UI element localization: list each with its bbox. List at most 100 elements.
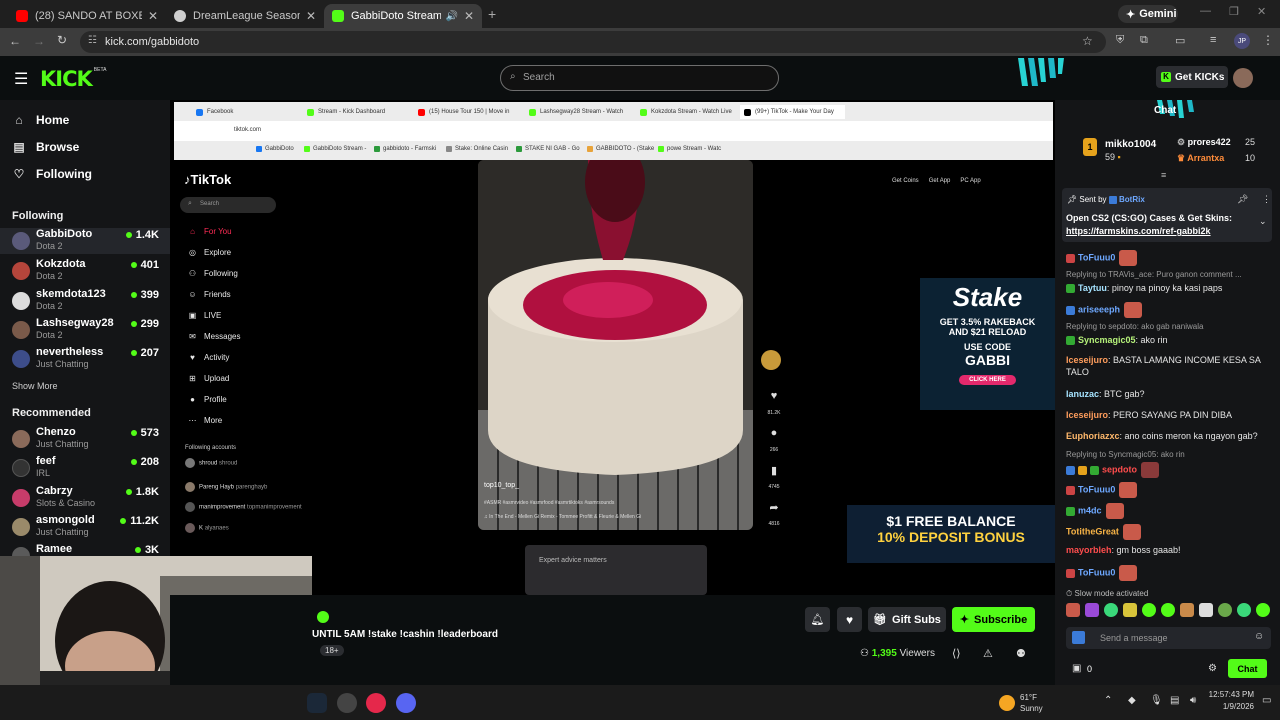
sidebar-channel-feef[interactable]: feef IRL 208 xyxy=(0,455,170,481)
avatar xyxy=(185,482,195,492)
emote-icon[interactable] xyxy=(1199,603,1213,617)
emote-icon[interactable] xyxy=(1161,603,1175,617)
reload-icon[interactable]: ↻ xyxy=(57,33,67,47)
wallet-icon[interactable]: ▣ xyxy=(1072,663,1081,674)
kebab-menu-icon[interactable]: ⋮ xyxy=(1262,33,1274,47)
chat-username[interactable]: m4dc xyxy=(1078,505,1102,515)
extension-shield-icon[interactable]: ⛨ xyxy=(1116,34,1124,47)
stream-video-player[interactable]: Facebook Stream - Kick Dashboard (15) Ho… xyxy=(170,100,1055,595)
search-input[interactable]: ⌕ Search xyxy=(500,65,779,91)
close-icon[interactable]: ✕ xyxy=(148,9,158,23)
chat-username[interactable]: Syncmagic05 xyxy=(1078,335,1136,345)
tray-app-icon[interactable]: ◆ xyxy=(1128,695,1136,706)
chat-username[interactable]: sepdoto xyxy=(1102,464,1137,474)
pinned-menu-icon[interactable]: ⋮ xyxy=(1262,194,1271,205)
kick-logo[interactable]: KICK BETA xyxy=(40,67,106,91)
nav-browse[interactable]: ▤ Browse xyxy=(12,140,79,154)
chat-username[interactable]: Ianuzac xyxy=(1066,389,1099,399)
chat-username[interactable]: TotitheGreat xyxy=(1066,526,1119,536)
like-count: 81.2K xyxy=(767,410,781,416)
chevron-down-icon[interactable]: ⌄ xyxy=(1259,216,1267,227)
emote-icon[interactable] xyxy=(1085,603,1099,617)
bookmark-star-icon[interactable]: ☆ xyxy=(1082,34,1093,48)
viewer-count-display: ⚇ 1,395 Viewers xyxy=(860,648,935,659)
media-app-icon[interactable] xyxy=(366,693,386,713)
send-chat-button[interactable]: Chat xyxy=(1228,659,1267,678)
chat-message: Iceseijuro: BASTA LAMANG INCOME KESA SA … xyxy=(1066,354,1271,378)
user-options-icon[interactable]: ⚉ xyxy=(1016,647,1026,660)
volume-icon[interactable]: 🔊︎ xyxy=(1190,695,1196,706)
tab-search-icon[interactable]: ≡ xyxy=(1210,34,1216,46)
site-info-icon[interactable]: ☷ xyxy=(88,35,97,46)
new-tab-icon[interactable]: + xyxy=(488,6,496,22)
show-more-link[interactable]: Show More xyxy=(12,381,58,391)
pin-icon[interactable]: 📌︎ xyxy=(1237,194,1248,205)
chat-username[interactable]: ToFuuu0 xyxy=(1078,567,1115,577)
emote-icon[interactable] xyxy=(1180,603,1194,617)
browser-tab-kick[interactable]: GabbiDoto Stream - Watch 🔊 ✕ xyxy=(324,4,482,28)
chat-username[interactable]: ToFuuu0 xyxy=(1078,484,1115,494)
gemini-button[interactable]: ✦ Gemini xyxy=(1118,5,1178,23)
report-icon[interactable]: ⚠ xyxy=(983,647,993,660)
chat-username[interactable]: ariseeeph xyxy=(1078,304,1120,314)
bonus-ad-banner: $1 FREE BALANCE 10% DEPOSIT BONUS xyxy=(847,505,1055,563)
subscribe-button[interactable]: ✦ Subscribe xyxy=(952,607,1035,632)
follow-heart-button[interactable]: ♥ xyxy=(837,607,862,632)
url-field[interactable]: ☷ kick.com/gabbidoto ☆ xyxy=(80,31,1106,53)
get-kicks-button[interactable]: K Get KICKs xyxy=(1156,66,1228,88)
chat-input[interactable]: Send a message ☺ xyxy=(1066,627,1271,649)
notification-bell-button[interactable]: 🔔︎ xyxy=(805,607,830,632)
chat-username[interactable]: mayorbleh xyxy=(1066,545,1112,555)
pinned-link[interactable]: https://farmskins.com/ref-gabbi2k xyxy=(1066,226,1211,236)
emote-icon[interactable] xyxy=(1256,603,1270,617)
chat-username[interactable]: Iceseijuro xyxy=(1066,410,1108,420)
emote-icon[interactable] xyxy=(1237,603,1251,617)
extensions-icon[interactable]: ⧉ xyxy=(1140,34,1148,47)
sidebar-channel-kokzdota[interactable]: Kokzdota Dota 2 401 xyxy=(0,258,170,284)
settings-gear-icon[interactable]: ⚙ xyxy=(1208,663,1217,674)
microphone-icon[interactable]: 🎙︎ xyxy=(1150,695,1163,706)
profile-avatar[interactable]: JP xyxy=(1234,33,1250,49)
share-icon[interactable]: ⟨⟩ xyxy=(952,647,961,660)
cast-icon[interactable]: ▭ xyxy=(1175,34,1185,47)
sidebar-channel-gabbidoto[interactable]: GabbiDoto Dota 2 1.4K xyxy=(0,228,170,254)
nav-following[interactable]: ♡ Following xyxy=(12,167,92,181)
obs-app-icon[interactable] xyxy=(337,693,357,713)
emote-icon[interactable] xyxy=(1104,603,1118,617)
sidebar-channel-nevertheless[interactable]: nevertheless Just Chatting 207 xyxy=(0,346,170,372)
back-arrow-icon[interactable]: ← xyxy=(9,34,21,48)
discord-app-icon[interactable] xyxy=(396,693,416,713)
sidebar-channel-chenzo[interactable]: Chenzo Just Chatting 573 xyxy=(0,426,170,452)
emoji-picker-icon[interactable]: ☺ xyxy=(1254,631,1264,642)
collapse-icon[interactable]: ≡ xyxy=(1161,170,1166,180)
emote-icon[interactable] xyxy=(1142,603,1156,617)
sidebar-channel-cabrzy[interactable]: Cabrzy Slots & Casino 1.8K xyxy=(0,485,170,511)
chevron-up-icon[interactable]: ⌃ xyxy=(1104,695,1112,706)
sidebar-channel-skemdota123[interactable]: skemdota123 Dota 2 399 xyxy=(0,288,170,314)
gift-subs-button[interactable]: 🎁︎ Gift Subs xyxy=(868,607,946,632)
notifications-icon[interactable]: ▭ xyxy=(1262,695,1271,706)
maximize-icon[interactable]: ❐ xyxy=(1229,5,1239,18)
window-close-icon[interactable]: ✕ xyxy=(1257,5,1266,18)
browser-tab-youtube[interactable]: (28) SANDO AT BOXERS - YouTube ✕ xyxy=(8,4,166,28)
emote-icon[interactable] xyxy=(1123,603,1137,617)
sidebar-channel-lashsegway28[interactable]: Lashsegway28 Dota 2 299 xyxy=(0,317,170,343)
chat-username[interactable]: Euphoriazxc xyxy=(1066,431,1120,441)
emote-icon[interactable] xyxy=(1218,603,1232,617)
hamburger-menu-icon[interactable]: ☰ xyxy=(14,69,28,89)
forward-arrow-icon[interactable]: → xyxy=(33,34,45,48)
speaker-icon[interactable]: 🔊 xyxy=(445,11,457,22)
user-avatar[interactable] xyxy=(1233,68,1253,88)
emote-icon[interactable] xyxy=(1066,603,1080,617)
sidebar-channel-asmongold[interactable]: asmongold Just Chatting 11.2K xyxy=(0,514,170,540)
close-icon[interactable]: ✕ xyxy=(306,9,316,23)
steam-app-icon[interactable] xyxy=(307,693,327,713)
close-icon[interactable]: ✕ xyxy=(464,9,474,23)
chat-username[interactable]: Taytuu xyxy=(1078,283,1107,293)
chat-username[interactable]: Iceseijuro xyxy=(1066,355,1108,365)
minimize-icon[interactable]: — xyxy=(1200,5,1211,17)
network-icon[interactable]: ▤ xyxy=(1170,695,1179,706)
browser-tab-dreamleague[interactable]: DreamLeague Season 28: South ✕ xyxy=(166,4,324,28)
nav-home[interactable]: ⌂ Home xyxy=(12,113,69,127)
chat-username[interactable]: ToFuuu0 xyxy=(1078,252,1115,262)
